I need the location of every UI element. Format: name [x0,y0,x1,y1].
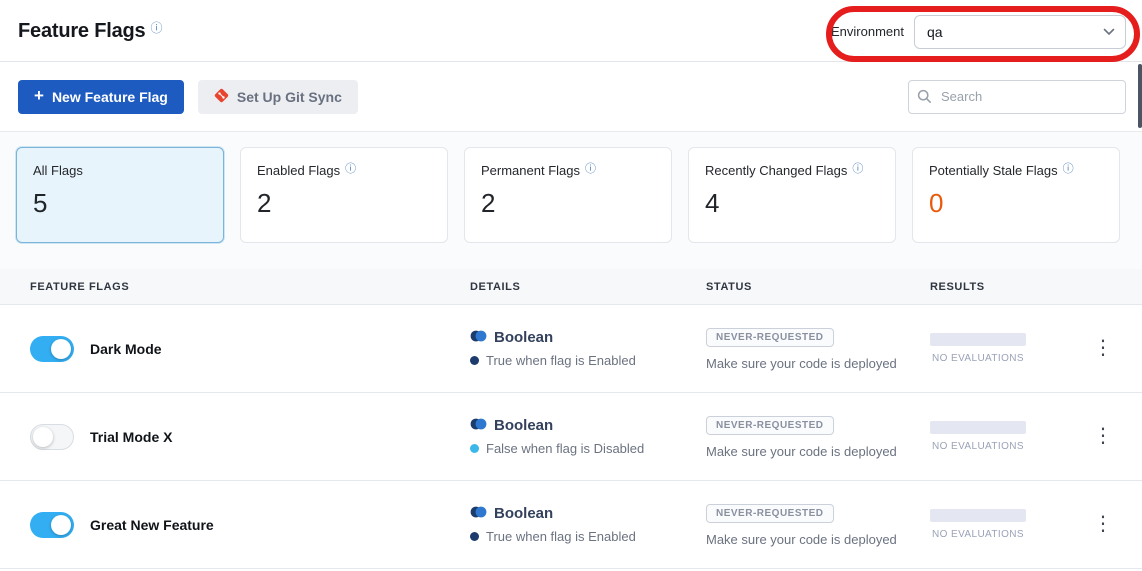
stat-card-value: 2 [481,188,655,219]
stat-card-value: 5 [33,188,207,219]
results-text: NO EVALUATIONS [930,353,1026,364]
stats-cards: All Flags 5 Enabled Flags ⓘ 2 Permanent … [0,132,1142,269]
column-header-details: DETAILS [470,281,706,293]
page-title: Feature Flags [18,20,145,43]
environment-select[interactable]: qa [914,15,1126,49]
kebab-menu-icon[interactable]: ⋮ [1085,509,1121,539]
flag-toggle[interactable] [30,424,74,450]
stat-card-permanent-flags[interactable]: Permanent Flags ⓘ 2 [464,147,672,243]
info-icon[interactable]: ⓘ [1063,164,1074,175]
stat-card-enabled-flags[interactable]: Enabled Flags ⓘ 2 [240,147,448,243]
flag-type: Boolean [494,417,553,434]
stat-card-value: 0 [929,188,1103,219]
boolean-icon [470,329,487,346]
results-bar [930,421,1026,434]
stat-card-label: Permanent Flags [481,163,580,178]
flag-name[interactable]: Great New Feature [90,517,214,533]
stat-card-all-flags[interactable]: All Flags 5 [16,147,224,243]
git-icon [214,88,229,106]
status-badge: NEVER-REQUESTED [706,504,834,523]
value-description: True when flag is Enabled [486,529,636,544]
search-input[interactable] [908,80,1126,114]
stat-card-label: Recently Changed Flags [705,163,847,178]
stat-card-label: Potentially Stale Flags [929,163,1058,178]
value-dot-icon [470,356,479,365]
git-sync-label: Set Up Git Sync [237,89,342,105]
table-row: Trial Mode X Boolean False when flag is … [0,393,1142,481]
status-badge: NEVER-REQUESTED [706,328,834,347]
plus-icon: + [34,87,44,104]
stat-card-value: 4 [705,188,879,219]
stat-card-value: 2 [257,188,431,219]
new-feature-flag-button[interactable]: + New Feature Flag [18,80,184,114]
info-icon[interactable]: ⓘ [852,164,863,175]
flag-type: Boolean [494,505,553,522]
status-text: Make sure your code is deployed [706,532,930,547]
environment-label: Environment [831,24,904,39]
toggle-knob [51,515,71,535]
git-sync-button[interactable]: Set Up Git Sync [198,80,358,114]
status-badge: NEVER-REQUESTED [706,416,834,435]
column-header-results: RESULTS [930,281,1080,293]
new-feature-flag-label: New Feature Flag [52,89,168,105]
flag-type: Boolean [494,329,553,346]
scrollbar-thumb[interactable] [1138,64,1142,128]
boolean-icon [470,417,487,434]
flag-toggle[interactable] [30,336,74,362]
toggle-knob [51,339,71,359]
stat-card-potentially-stale-flags[interactable]: Potentially Stale Flags ⓘ 0 [912,147,1120,243]
status-text: Make sure your code is deployed [706,356,930,371]
flag-name[interactable]: Dark Mode [90,341,162,357]
page-header: Feature Flags ⓘ Environment qa [0,0,1142,62]
kebab-menu-icon[interactable]: ⋮ [1085,421,1121,451]
kebab-menu-icon[interactable]: ⋮ [1085,333,1121,363]
results-bar [930,333,1026,346]
info-icon[interactable]: ⓘ [585,164,596,175]
stat-card-label: Enabled Flags [257,163,340,178]
column-header-status: STATUS [706,281,930,293]
toggle-knob [33,427,53,447]
value-dot-icon [470,532,479,541]
table-row: Great New Feature Boolean True when flag… [0,481,1142,569]
status-text: Make sure your code is deployed [706,444,930,459]
info-icon[interactable]: ⓘ [150,22,162,34]
table-row: Dark Mode Boolean True when flag is Enab… [0,305,1142,393]
flags-table: FEATURE FLAGS DETAILS STATUS RESULTS Dar… [0,269,1142,569]
value-description: True when flag is Enabled [486,353,636,368]
value-description: False when flag is Disabled [486,441,644,456]
search-icon [917,89,932,109]
info-icon[interactable]: ⓘ [345,164,356,175]
results-text: NO EVALUATIONS [930,529,1026,540]
boolean-icon [470,505,487,522]
flag-toggle[interactable] [30,512,74,538]
chevron-down-icon [1103,23,1115,41]
toolbar: + New Feature Flag Set Up Git Sync [0,62,1142,132]
results-bar [930,509,1026,522]
table-header: FEATURE FLAGS DETAILS STATUS RESULTS [0,269,1142,305]
stat-card-label: All Flags [33,163,83,178]
flag-name[interactable]: Trial Mode X [90,429,172,445]
results-text: NO EVALUATIONS [930,441,1026,452]
value-dot-icon [470,444,479,453]
stat-card-recently-changed-flags[interactable]: Recently Changed Flags ⓘ 4 [688,147,896,243]
environment-value: qa [927,24,943,40]
column-header-feature-flags: FEATURE FLAGS [30,281,470,293]
